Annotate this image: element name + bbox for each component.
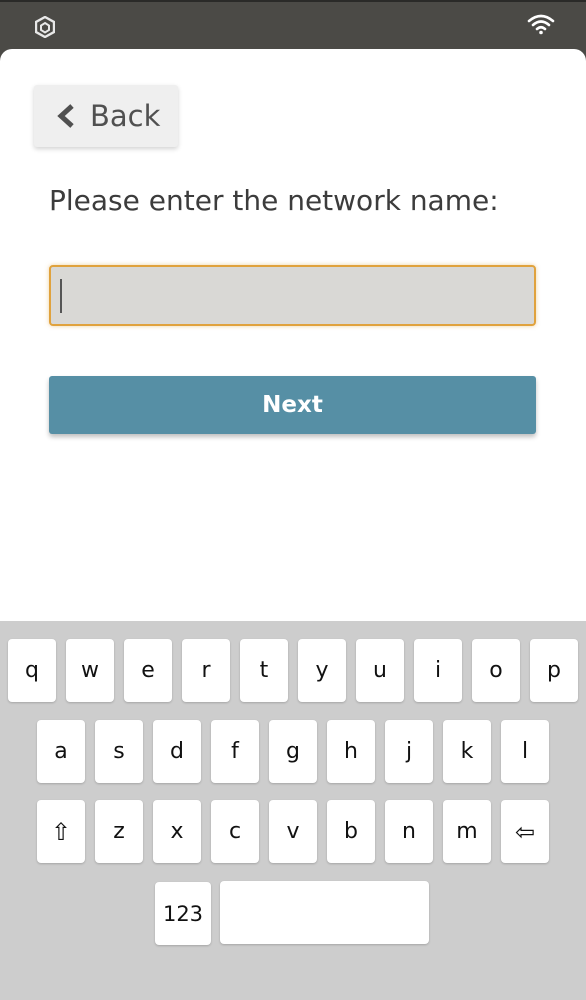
key-i-label: i [434,658,442,683]
key-y-label: y [315,658,329,683]
key-p-label: p [547,658,561,683]
key-r-label: r [201,658,211,683]
chevron-left-icon [57,104,74,128]
key-y[interactable]: y [298,639,346,702]
key-z[interactable]: z [95,800,143,863]
key-h[interactable]: h [327,720,375,783]
key-j-label: j [405,739,413,764]
key-r[interactable]: r [182,639,230,702]
key-x[interactable]: x [153,800,201,863]
key-a-label: a [54,739,68,764]
key-x-label: x [170,819,184,844]
key-n[interactable]: n [385,800,433,863]
key-c-label: c [228,819,242,844]
key-q-label: q [25,658,39,683]
key-f[interactable]: f [211,720,259,783]
key-g-label: g [286,739,300,764]
key-j[interactable]: j [385,720,433,783]
key-space[interactable] [220,881,429,944]
key-m-label: m [456,819,478,844]
key-w-label: w [81,658,99,683]
text-cursor [60,279,62,313]
key-f-label: f [231,739,239,764]
key-b[interactable]: b [327,800,375,863]
wifi-icon [527,14,555,35]
network-name-input[interactable] [49,265,536,326]
key-c[interactable]: c [211,800,259,863]
key-d[interactable]: d [153,720,201,783]
back-button[interactable]: Back [34,85,178,147]
key-o[interactable]: o [472,639,520,702]
key-o-label: o [489,658,503,683]
key-numbers-mode[interactable]: 123 [155,882,211,945]
next-label: Next [262,392,323,418]
key-s-label: s [113,739,125,764]
key-backspace[interactable]: ⇦ [501,800,549,863]
key-t-label: t [259,658,269,683]
key-z-label: z [113,819,125,844]
key-s[interactable]: s [95,720,143,783]
key-m[interactable]: m [443,800,491,863]
key-u-label: u [373,658,387,683]
status-bar [0,0,586,48]
key-k[interactable]: k [443,720,491,783]
key-p[interactable]: p [530,639,578,702]
network-name-prompt: Please enter the network name: [49,184,499,217]
key-v-label: v [286,819,300,844]
key-v[interactable]: v [269,800,317,863]
key-n-label: n [402,819,416,844]
key-e[interactable]: e [124,639,172,702]
key-q[interactable]: q [8,639,56,702]
key-backspace-label: ⇦ [514,817,536,846]
on-screen-keyboard: 123 q w e r t y u i o p a s d f g h j k l ⇧ z x c v b n m ⇦ [0,621,586,1000]
back-label: Back [90,99,161,133]
key-i[interactable]: i [414,639,462,702]
app-logo-icon [35,16,55,38]
key-numbers-mode-label: 123 [162,901,204,926]
key-l-label: l [521,739,529,764]
key-t[interactable]: t [240,639,288,702]
key-shift[interactable]: ⇧ [37,800,85,863]
key-shift-label: ⇧ [50,817,72,846]
key-k-label: k [460,739,474,764]
key-h-label: h [344,739,358,764]
key-u[interactable]: u [356,639,404,702]
key-a[interactable]: a [37,720,85,783]
key-e-label: e [141,658,155,683]
key-b-label: b [344,819,358,844]
key-g[interactable]: g [269,720,317,783]
main-panel: Back Please enter the network name: Next… [0,49,586,1000]
key-l[interactable]: l [501,720,549,783]
key-d-label: d [170,739,184,764]
next-button[interactable]: Next [49,376,536,434]
key-w[interactable]: w [66,639,114,702]
